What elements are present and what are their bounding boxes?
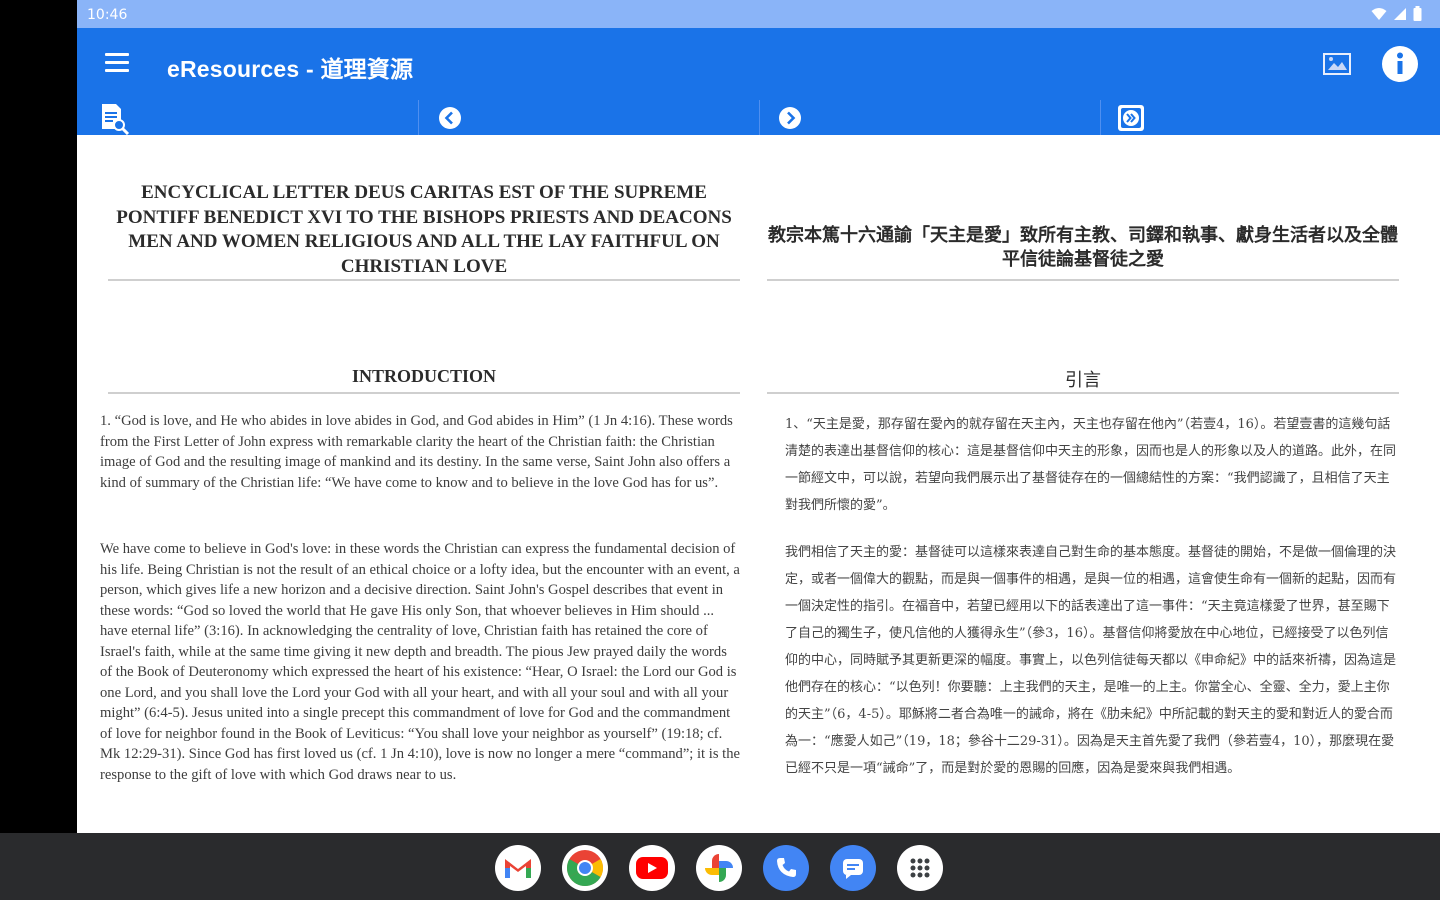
english-section-heading: INTRODUCTION (351, 366, 497, 386)
english-column: ENCYCLICAL LETTER DEUS CARITAS EST OF TH… (100, 135, 755, 833)
screen-mode-icon (1323, 53, 1351, 75)
system-indicators (1371, 6, 1422, 21)
screen-mode-button[interactable] (1322, 50, 1352, 78)
document-search-icon (102, 104, 130, 135)
status-time: 10:46 (87, 7, 128, 23)
taskbar (0, 833, 1440, 900)
status-bar: 10:46 (77, 0, 1440, 28)
english-paragraph-1: 1. “God is love, and He who abides in lo… (100, 413, 733, 491)
double-chevron-right-icon (1118, 105, 1144, 131)
search-document-button[interactable] (77, 100, 418, 135)
info-button[interactable] (1381, 45, 1419, 83)
app-grid-icon (910, 858, 930, 878)
wifi-icon (1371, 7, 1387, 20)
phone-icon (777, 858, 796, 877)
chinese-paragraph-2: 我們相信了天主的愛：基督徒可以這樣來表達自己對生命的基本態度。基督徒的開始，不是… (785, 545, 1397, 776)
navigation-toolbar (77, 100, 1440, 135)
gmail-icon (505, 859, 531, 878)
english-doc-title: ENCYCLICAL LETTER DEUS CARITAS EST OF TH… (116, 182, 732, 277)
title-divider (108, 279, 740, 281)
app-window: 10:46 eResources - 道理資源 ENCYCLICAL LETTE… (77, 0, 1440, 833)
signal-icon (1394, 7, 1406, 20)
gmail-app-button[interactable] (495, 845, 541, 891)
chinese-section-heading: 引言 (1065, 370, 1101, 391)
app-dock (495, 845, 943, 891)
chevron-right-icon (779, 107, 801, 129)
photos-icon (705, 854, 733, 882)
chinese-column: 教宗本篤十六通諭「天主是愛」致所有主教、司鐸和執事、獻身生活者以及全體平信徒論基… (759, 135, 1414, 833)
section-divider (767, 392, 1399, 394)
previous-button[interactable] (418, 100, 759, 135)
app-launcher-button[interactable] (897, 845, 943, 891)
chinese-doc-title: 教宗本篤十六通諭「天主是愛」致所有主教、司鐸和執事、獻身生活者以及全體平信徒論基… (768, 224, 1398, 271)
youtube-icon (636, 857, 668, 879)
next-button[interactable] (759, 100, 1100, 135)
chinese-paragraph-1: 1、“天主是愛，那存留在愛內的就存留在天主內，天主也存留在他內”（若壹4，16）… (785, 417, 1397, 513)
messages-app-button[interactable] (830, 845, 876, 891)
skip-forward-button[interactable] (1100, 100, 1440, 135)
document-content[interactable]: ENCYCLICAL LETTER DEUS CARITAS EST OF TH… (77, 135, 1440, 833)
chrome-app-button[interactable] (562, 845, 608, 891)
app-bar: eResources - 道理資源 (77, 28, 1440, 100)
app-title: eResources - 道理資源 (167, 56, 414, 82)
info-icon (1382, 46, 1418, 82)
hamburger-menu-icon[interactable] (105, 53, 129, 73)
chevron-left-icon (439, 107, 461, 129)
section-divider (108, 392, 740, 394)
phone-app-button[interactable] (763, 845, 809, 891)
messages-icon (843, 859, 863, 879)
youtube-app-button[interactable] (629, 845, 675, 891)
battery-icon (1413, 6, 1422, 21)
photos-app-button[interactable] (696, 845, 742, 891)
english-paragraph-2: We have come to believe in God's love: i… (100, 541, 740, 783)
chrome-icon (566, 850, 604, 887)
title-divider (767, 279, 1399, 281)
